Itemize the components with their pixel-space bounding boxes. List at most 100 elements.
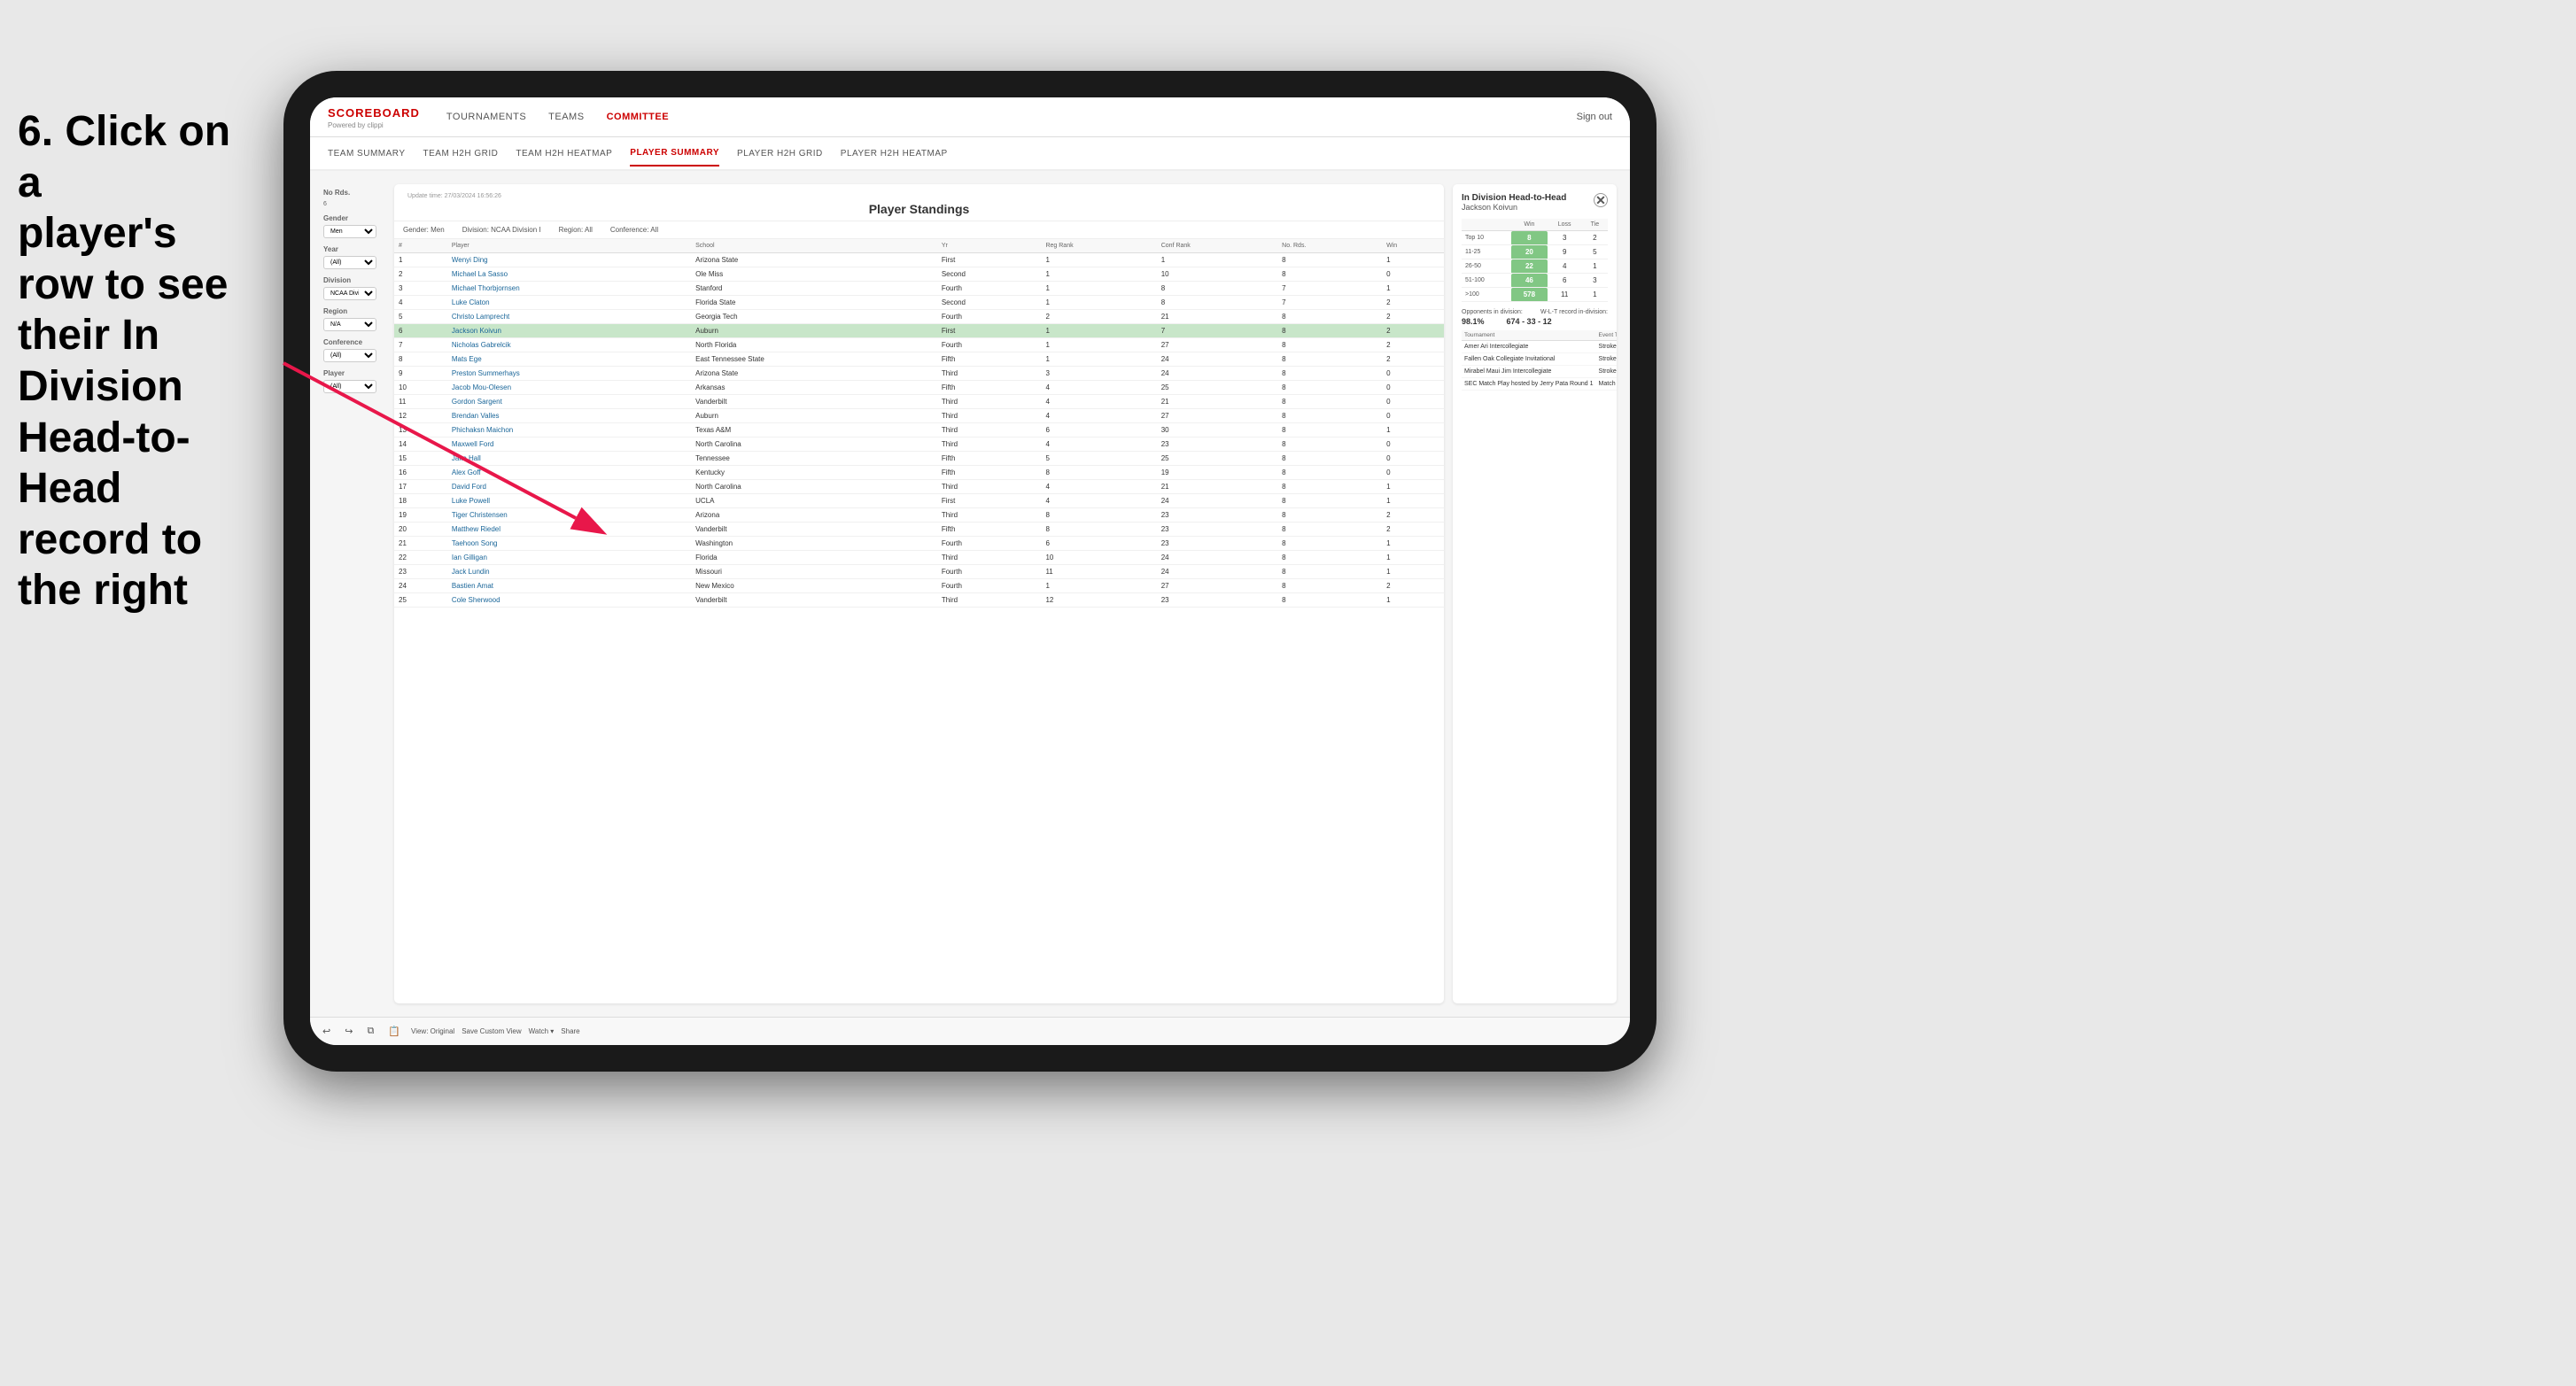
cell-rds: 8	[1277, 593, 1382, 608]
division-filter-display: Division: NCAA Division I	[462, 226, 541, 234]
player-select[interactable]: (All)	[323, 380, 376, 393]
table-row[interactable]: 1 Wenyi Ding Arizona State First 1 1 8 1	[394, 253, 1444, 267]
table-row[interactable]: 5 Christo Lamprecht Georgia Tech Fourth …	[394, 310, 1444, 324]
table-row[interactable]: 23 Jack Lundin Missouri Fourth 11 24 8 1	[394, 565, 1444, 579]
table-row[interactable]: 14 Maxwell Ford North Carolina Third 4 2…	[394, 437, 1444, 452]
nav-item-tournaments[interactable]: TOURNAMENTS	[446, 107, 526, 127]
h2h-header: In Division Head-to-Head Jackson Koivun …	[1462, 193, 1608, 212]
table-row[interactable]: 15 Jake Hall Tennessee Fifth 5 25 8 0	[394, 452, 1444, 466]
table-row[interactable]: 20 Matthew Riedel Vanderbilt Fifth 8 23 …	[394, 523, 1444, 537]
event-type-4: Match Play	[1596, 378, 1617, 391]
h2h-tie-26-50: 1	[1582, 259, 1608, 274]
cell-win: 0	[1382, 381, 1444, 395]
sub-nav-player-h2h-heatmap[interactable]: PLAYER H2H HEATMAP	[841, 142, 948, 166]
instruction-line5: record to the right	[18, 516, 202, 615]
nav-item-teams[interactable]: TEAMS	[548, 107, 584, 127]
h2h-row-26-50[interactable]: 26-50 22 4 1	[1462, 259, 1608, 274]
sub-nav-player-h2h-grid[interactable]: PLAYER H2H GRID	[737, 142, 823, 166]
cell-win: 2	[1382, 296, 1444, 310]
sign-out-button[interactable]: Sign out	[1577, 112, 1612, 122]
tournament-name-3: Mirabel Maui Jim Intercollegiate	[1462, 366, 1596, 378]
view-original-btn[interactable]: View: Original	[411, 1027, 454, 1035]
table-row[interactable]: 3 Michael Thorbjornsen Stanford Fourth 1…	[394, 282, 1444, 296]
redo-button[interactable]: ↪	[341, 1024, 356, 1039]
table-row[interactable]: 13 Phichaksn Maichon Texas A&M Third 6 3…	[394, 423, 1444, 437]
nav-item-committee[interactable]: COMMITTEE	[607, 107, 670, 127]
cell-num: 10	[394, 381, 447, 395]
copy-button[interactable]: ⧉	[363, 1024, 377, 1039]
cell-win: 0	[1382, 466, 1444, 480]
sub-nav-team-h2h-grid[interactable]: TEAM H2H GRID	[423, 142, 499, 166]
conference-select[interactable]: (All)	[323, 349, 376, 362]
gender-select[interactable]: Men	[323, 225, 376, 238]
table-row[interactable]: 17 David Ford North Carolina Third 4 21 …	[394, 480, 1444, 494]
cell-conf-rank: 24	[1157, 352, 1277, 367]
sub-nav-team-h2h-heatmap[interactable]: TEAM H2H HEATMAP	[516, 142, 612, 166]
table-row[interactable]: 8 Mats Ege East Tennessee State Fifth 1 …	[394, 352, 1444, 367]
cell-player: Jack Lundin	[447, 565, 691, 579]
table-row[interactable]: 7 Nicholas Gabrelcik North Florida Fourt…	[394, 338, 1444, 352]
cell-win: 0	[1382, 452, 1444, 466]
table-row[interactable]: 11 Gordon Sargent Vanderbilt Third 4 21 …	[394, 395, 1444, 409]
player-standings-table: # Player School Yr Reg Rank Conf Rank No…	[394, 239, 1444, 608]
table-row[interactable]: 18 Luke Powell UCLA First 4 24 8 1	[394, 494, 1444, 508]
cell-win: 0	[1382, 437, 1444, 452]
table-row[interactable]: 24 Bastien Amat New Mexico Fourth 1 27 8…	[394, 579, 1444, 593]
table-row[interactable]: 2 Michael La Sasso Ole Miss Second 1 10 …	[394, 267, 1444, 282]
tournament-row[interactable]: Mirabel Maui Jim Intercollegiate Stroke …	[1462, 366, 1617, 378]
cell-school: Kentucky	[691, 466, 937, 480]
cell-conf-rank: 25	[1157, 381, 1277, 395]
paste-button[interactable]: 📋	[384, 1024, 404, 1039]
cell-player: Preston Summerhays	[447, 367, 691, 381]
table-row[interactable]: 16 Alex Goff Kentucky Fifth 8 19 8 0	[394, 466, 1444, 480]
table-row[interactable]: 9 Preston Summerhays Arizona State Third…	[394, 367, 1444, 381]
h2h-row-11-25[interactable]: 11-25 20 9 5	[1462, 245, 1608, 259]
year-select[interactable]: (All)	[323, 256, 376, 269]
tournament-row[interactable]: Fallen Oak Collegiate Invitational Strok…	[1462, 353, 1617, 366]
division-select[interactable]: NCAA Division I	[323, 287, 376, 300]
cell-num: 13	[394, 423, 447, 437]
table-row[interactable]: 21 Taehoon Song Washington Fourth 6 23 8…	[394, 537, 1444, 551]
table-row[interactable]: 12 Brendan Valles Auburn Third 4 27 8 0	[394, 409, 1444, 423]
table-row[interactable]: 6 Jackson Koivun Auburn First 1 7 8 2	[394, 324, 1444, 338]
table-row[interactable]: 19 Tiger Christensen Arizona Third 8 23 …	[394, 508, 1444, 523]
pct-row: 98.1% 674 - 33 - 12	[1462, 317, 1608, 326]
h2h-row-100plus[interactable]: >100 578 11 1	[1462, 288, 1608, 302]
share-btn[interactable]: Share	[561, 1027, 579, 1035]
tournament-row[interactable]: Amer Ari Intercollegiate Stroke Play 4 -…	[1462, 341, 1617, 353]
cell-win: 2	[1382, 310, 1444, 324]
cell-conf-rank: 1	[1157, 253, 1277, 267]
table-row[interactable]: 4 Luke Claton Florida State Second 1 8 7…	[394, 296, 1444, 310]
no-rds-value: 6	[323, 201, 385, 207]
h2h-loss-11-25: 9	[1548, 245, 1582, 259]
cell-win: 0	[1382, 367, 1444, 381]
cell-rds: 8	[1277, 310, 1382, 324]
table-row[interactable]: 25 Cole Sherwood Vanderbilt Third 12 23 …	[394, 593, 1444, 608]
cell-player: Christo Lamprecht	[447, 310, 691, 324]
col-rds: No. Rds.	[1277, 239, 1382, 253]
undo-button[interactable]: ↩	[319, 1024, 334, 1039]
event-type-3: Stroke Play	[1596, 366, 1617, 378]
h2h-row-top10[interactable]: Top 10 8 3 2	[1462, 231, 1608, 245]
sub-nav-team-summary[interactable]: TEAM SUMMARY	[328, 142, 406, 166]
cell-rds: 8	[1277, 565, 1382, 579]
region-select[interactable]: N/A	[323, 318, 376, 331]
cell-reg-rank: 2	[1041, 310, 1156, 324]
sub-nav-player-summary[interactable]: PLAYER SUMMARY	[630, 141, 719, 166]
table-row[interactable]: 22 Ian Gilligan Florida Third 10 24 8 1	[394, 551, 1444, 565]
watch-btn[interactable]: Watch ▾	[529, 1027, 555, 1035]
cell-reg-rank: 1	[1041, 296, 1156, 310]
cell-player: Alex Goff	[447, 466, 691, 480]
cell-num: 6	[394, 324, 447, 338]
tournament-row[interactable]: SEC Match Play hosted by Jerry Pata Roun…	[1462, 378, 1617, 391]
close-button[interactable]: ✕	[1594, 193, 1608, 207]
h2h-row-51-100[interactable]: 51-100 46 6 3	[1462, 274, 1608, 288]
table-row[interactable]: 10 Jacob Mou-Olesen Arkansas Fifth 4 25 …	[394, 381, 1444, 395]
cell-reg-rank: 4	[1041, 381, 1156, 395]
cell-rds: 8	[1277, 267, 1382, 282]
cell-rds: 8	[1277, 423, 1382, 437]
save-custom-btn[interactable]: Save Custom View	[462, 1027, 521, 1035]
cell-school: Washington	[691, 537, 937, 551]
no-rds-label: No Rds.	[323, 189, 385, 197]
opponents-label: Opponents in division:	[1462, 309, 1523, 315]
